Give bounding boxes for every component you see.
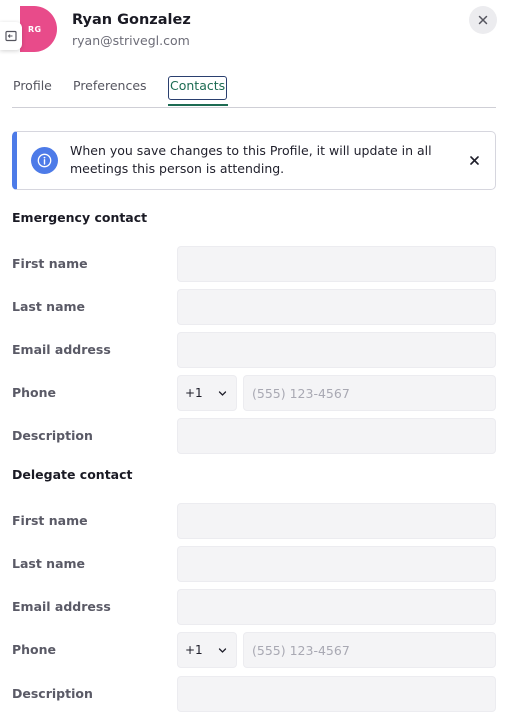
delegate-phone-row: Phone +1 — [12, 632, 496, 668]
emergency-first-name-label: First name — [12, 256, 88, 271]
emergency-email-input[interactable] — [177, 332, 496, 368]
emergency-country-code-select[interactable]: +1 — [177, 375, 237, 411]
delegate-contact-heading: Delegate contact — [12, 467, 133, 482]
tab-preferences[interactable]: Preferences — [72, 76, 148, 100]
emergency-description-label: Description — [12, 428, 93, 443]
emergency-email-label: Email address — [12, 342, 111, 357]
collapse-panel-button[interactable] — [0, 22, 22, 50]
delegate-last-name-input[interactable] — [177, 546, 496, 582]
emergency-phone-label: Phone — [12, 385, 57, 400]
info-icon — [31, 147, 58, 174]
info-banner: When you save changes to this Profile, i… — [12, 131, 496, 190]
emergency-last-name-input[interactable] — [177, 289, 496, 325]
collapse-panel-icon — [5, 30, 17, 42]
profile-header: RG Ryan Gonzalez ryan@strivegl.com — [20, 6, 499, 54]
delegate-first-name-label: First name — [12, 513, 88, 528]
profile-name: Ryan Gonzalez — [72, 12, 191, 28]
emergency-last-name-label: Last name — [12, 299, 86, 314]
close-icon — [478, 15, 488, 25]
delegate-description-input[interactable] — [177, 676, 496, 712]
delegate-last-name-label: Last name — [12, 556, 86, 571]
tab-profile[interactable]: Profile — [12, 76, 53, 100]
close-icon — [469, 155, 479, 165]
avatar-initials: RG — [28, 24, 42, 34]
banner-message: When you save changes to this Profile, i… — [70, 143, 432, 176]
chevron-down-icon — [218, 648, 227, 653]
emergency-contact-heading: Emergency contact — [12, 210, 148, 225]
delegate-email-row: Email address — [12, 589, 496, 625]
emergency-email-row: Email address — [12, 332, 496, 368]
tab-contacts[interactable]: Contacts — [168, 76, 228, 100]
delegate-email-label: Email address — [12, 599, 111, 614]
country-code-value: +1 — [185, 643, 203, 657]
delegate-description-row: Description — [12, 676, 496, 712]
delegate-phone-input[interactable] — [243, 632, 496, 668]
delegate-description-label: Description — [12, 686, 93, 701]
profile-email: ryan@strivegl.com — [72, 33, 190, 48]
avatar: RG — [20, 6, 57, 52]
chevron-down-icon — [218, 391, 227, 396]
emergency-phone-input[interactable] — [243, 375, 496, 411]
delegate-first-name-input[interactable] — [177, 503, 496, 539]
emergency-last-name-row: Last name — [12, 289, 496, 325]
delegate-phone-label: Phone — [12, 642, 57, 657]
delegate-first-name-row: First name — [12, 503, 496, 539]
delegate-country-code-select[interactable]: +1 — [177, 632, 237, 668]
delegate-email-input[interactable] — [177, 589, 496, 625]
emergency-first-name-input[interactable] — [177, 246, 496, 282]
active-tab-indicator — [168, 104, 228, 106]
tab-bar: Profile Preferences Contacts — [12, 72, 496, 108]
emergency-phone-row: Phone +1 — [12, 375, 496, 411]
country-code-value: +1 — [185, 386, 203, 400]
emergency-description-input[interactable] — [177, 418, 496, 454]
banner-close-button[interactable] — [467, 153, 481, 167]
delegate-last-name-row: Last name — [12, 546, 496, 582]
close-button[interactable] — [469, 6, 497, 34]
emergency-description-row: Description — [12, 418, 496, 454]
emergency-first-name-row: First name — [12, 246, 496, 282]
